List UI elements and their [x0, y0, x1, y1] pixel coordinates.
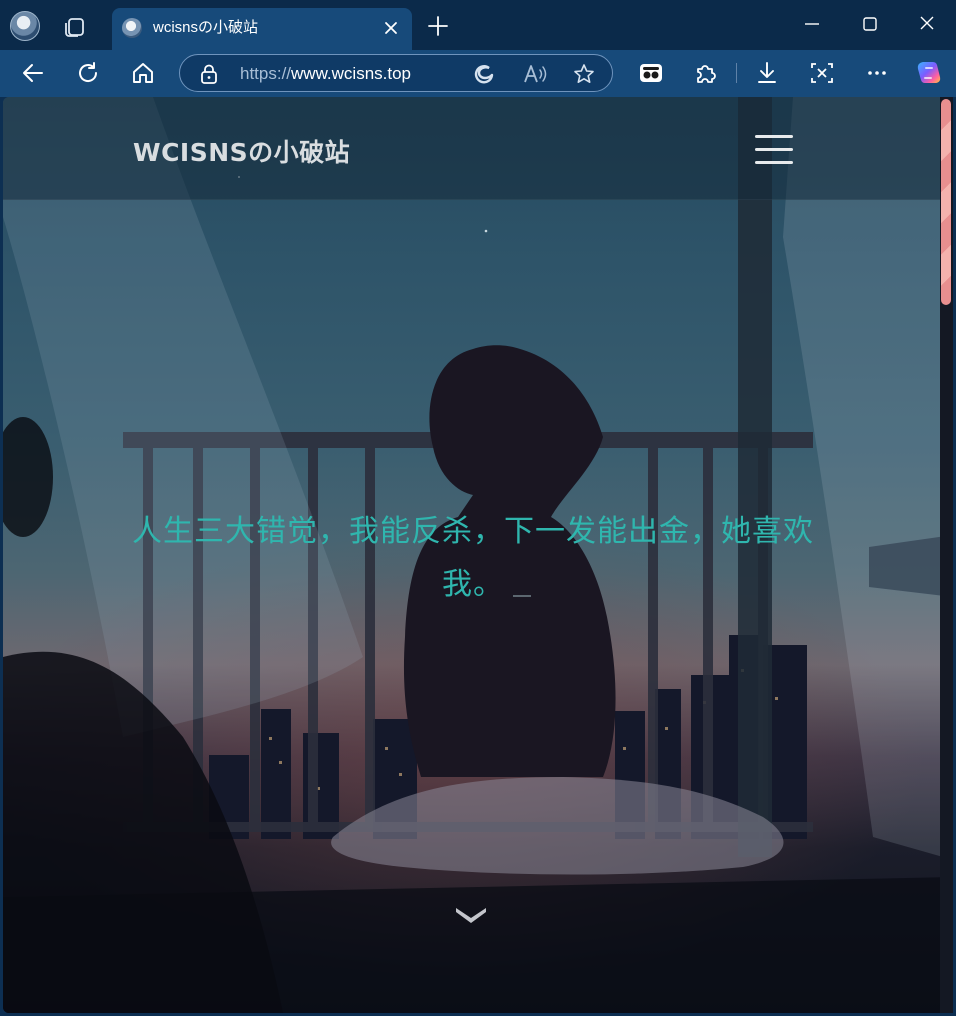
browser-toolbar: https://www.wcisns.top	[0, 50, 956, 97]
home-icon[interactable]	[130, 60, 156, 86]
minimize-icon[interactable]	[797, 10, 827, 38]
toolbar-divider	[736, 63, 737, 83]
puzzle-icon[interactable]	[693, 60, 719, 86]
maximize-icon[interactable]	[855, 10, 885, 38]
screenshot-icon[interactable]	[809, 60, 835, 86]
site-favicon-icon	[122, 18, 142, 38]
tab-actions-icon[interactable]	[62, 14, 88, 40]
plus-icon[interactable]	[426, 14, 450, 38]
site-header: WCISNSの小破站	[3, 97, 953, 200]
immersive-reader-icon[interactable]	[638, 60, 664, 86]
hamburger-menu-icon[interactable]	[755, 135, 793, 165]
star-icon[interactable]	[572, 62, 596, 86]
address-bar[interactable]: https://www.wcisns.top	[179, 54, 613, 92]
profile-avatar-icon[interactable]	[10, 11, 40, 41]
lock-icon[interactable]	[199, 63, 219, 85]
url-text: https://www.wcisns.top	[240, 64, 411, 84]
chevron-down-icon[interactable]	[453, 905, 489, 929]
url-host: www.wcisns.top	[291, 64, 412, 83]
scrollbar-thumb[interactable]	[941, 99, 951, 305]
refresh-icon[interactable]	[75, 60, 101, 86]
tab-active[interactable]: wcisnsの小破站	[112, 8, 412, 50]
url-scheme: https://	[240, 64, 292, 83]
read-aloud-icon[interactable]	[522, 62, 548, 86]
copilot-icon[interactable]	[914, 58, 944, 88]
tab-title: wcisnsの小破站	[153, 19, 259, 36]
close-window-icon[interactable]	[912, 10, 942, 38]
hero-quote: 人生三大错觉，我能反杀，下一发能出金，她喜欢我。	[132, 514, 814, 602]
download-icon[interactable]	[754, 60, 780, 86]
browser-tab-strip: wcisnsの小破站	[0, 0, 956, 50]
more-icon[interactable]	[864, 60, 890, 86]
site-title[interactable]: WCISNSの小破站	[133, 133, 350, 169]
close-tab-icon[interactable]	[380, 17, 402, 39]
page-viewport: WCISNSの小破站 人生三大错觉，我能反杀，下一发能出金，她喜欢我。	[3, 97, 953, 1013]
back-arrow-icon[interactable]	[20, 60, 46, 86]
edge-icon[interactable]	[472, 62, 496, 86]
